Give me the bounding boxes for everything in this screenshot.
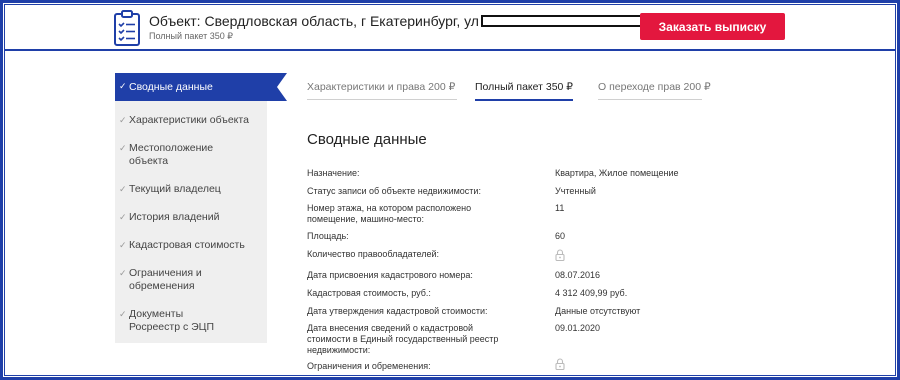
sidebar-item-characteristics[interactable]: ✓ Характеристики объекта [115, 114, 267, 127]
sidebar-item-current-owner[interactable]: ✓ Текущий владелец [115, 183, 267, 196]
sidebar-item-label: Характеристики объекта [129, 114, 249, 126]
sidebar-item-rosreestr-documents[interactable]: ✓ Документы Росреестр с ЭЦП [115, 308, 245, 334]
package-subtitle: Полный пакет 350 ₽ [149, 31, 233, 41]
sidebar-item-label: Кадастровая стоимость [129, 239, 245, 251]
row-value [555, 358, 705, 373]
row-label: Кадастровая стоимость, руб.: [307, 288, 431, 298]
sidebar-item-label: Текущий владелец [129, 183, 221, 195]
row-value: 09.01.2020 [555, 323, 601, 333]
row-value: Квартира, Жилое помещение [555, 168, 679, 178]
check-icon: ✓ [119, 115, 127, 125]
sidebar-item-location[interactable]: ✓ Местоположение объекта [115, 142, 225, 168]
row-label: Количество правообладателей: [307, 249, 439, 259]
sidebar-item-restrictions[interactable]: ✓ Ограничения и обременения [115, 267, 215, 293]
order-extract-button[interactable]: Заказать выписку [640, 13, 785, 40]
object-address: Объект: Свердловская область, г Екатерин… [149, 13, 479, 29]
sidebar-item-label: Ограничения и обременения [129, 267, 202, 292]
tab-full-package[interactable]: Полный пакет 350 ₽ [475, 81, 573, 101]
check-icon: ✓ [119, 268, 127, 278]
page: Объект: Свердловская область, г Екатерин… [4, 4, 896, 376]
check-icon: ✓ [119, 81, 127, 91]
check-icon: ✓ [119, 184, 127, 194]
row-value: 60 [555, 231, 566, 241]
row-value: 4 312 409,99 руб. [555, 288, 628, 298]
check-icon: ✓ [119, 143, 127, 153]
tab-rights-transfer[interactable]: О переходе прав 200 ₽ [598, 81, 711, 100]
row-label: Дата присвоения кадастрового номера: [307, 270, 473, 280]
header: Объект: Свердловская область, г Екатерин… [5, 5, 895, 51]
check-icon: ✓ [119, 240, 127, 250]
tab-characteristics-rights[interactable]: Характеристики и права 200 ₽ [307, 81, 457, 100]
row-label: Назначение: [307, 168, 360, 178]
redacted-address-box [480, 15, 651, 27]
row-label: Ограничения и обременения: [307, 361, 431, 371]
row-value: 08.07.2016 [555, 270, 601, 280]
row-value [555, 249, 705, 264]
sidebar-item-ownership-history[interactable]: ✓ История владений [115, 211, 267, 224]
active-notch [277, 73, 287, 101]
lock-icon [555, 249, 565, 261]
clipboard-checklist-icon [114, 10, 140, 46]
row-label: Дата утверждения кадастровой стоимости: [307, 306, 488, 316]
sidebar-item-cadastral-value[interactable]: ✓ Кадастровая стоимость [115, 239, 267, 252]
row-label: Дата внесения сведений о кадастровой сто… [307, 323, 499, 355]
row-label: Площадь: [307, 231, 349, 241]
check-icon: ✓ [119, 212, 127, 222]
row-label: Номер этажа, на котором расположено поме… [307, 203, 472, 224]
sidebar-item-label: Документы Росреестр с ЭЦП [129, 308, 214, 333]
row-value: Данные отсутствуют [555, 306, 641, 316]
section-title: Сводные данные [307, 131, 427, 148]
sidebar-item-label: Местоположение объекта [129, 142, 214, 167]
sidebar-item-summary[interactable]: ✓ Сводные данные [115, 73, 287, 101]
object-title: Объект: Свердловская область, г Екатерин… [149, 13, 651, 29]
row-value: 11 [555, 203, 565, 213]
check-icon: ✓ [119, 309, 127, 319]
row-label: Статус записи об объекте недвижимости: [307, 186, 481, 196]
sidebar-item-label: Сводные данные [129, 80, 213, 93]
sidebar-item-label: История владений [129, 211, 220, 223]
sidebar: ✓ Сводные данные ✓ Характеристики объект… [115, 73, 287, 343]
lock-icon [555, 358, 565, 370]
row-value: Учтенный [555, 186, 596, 196]
